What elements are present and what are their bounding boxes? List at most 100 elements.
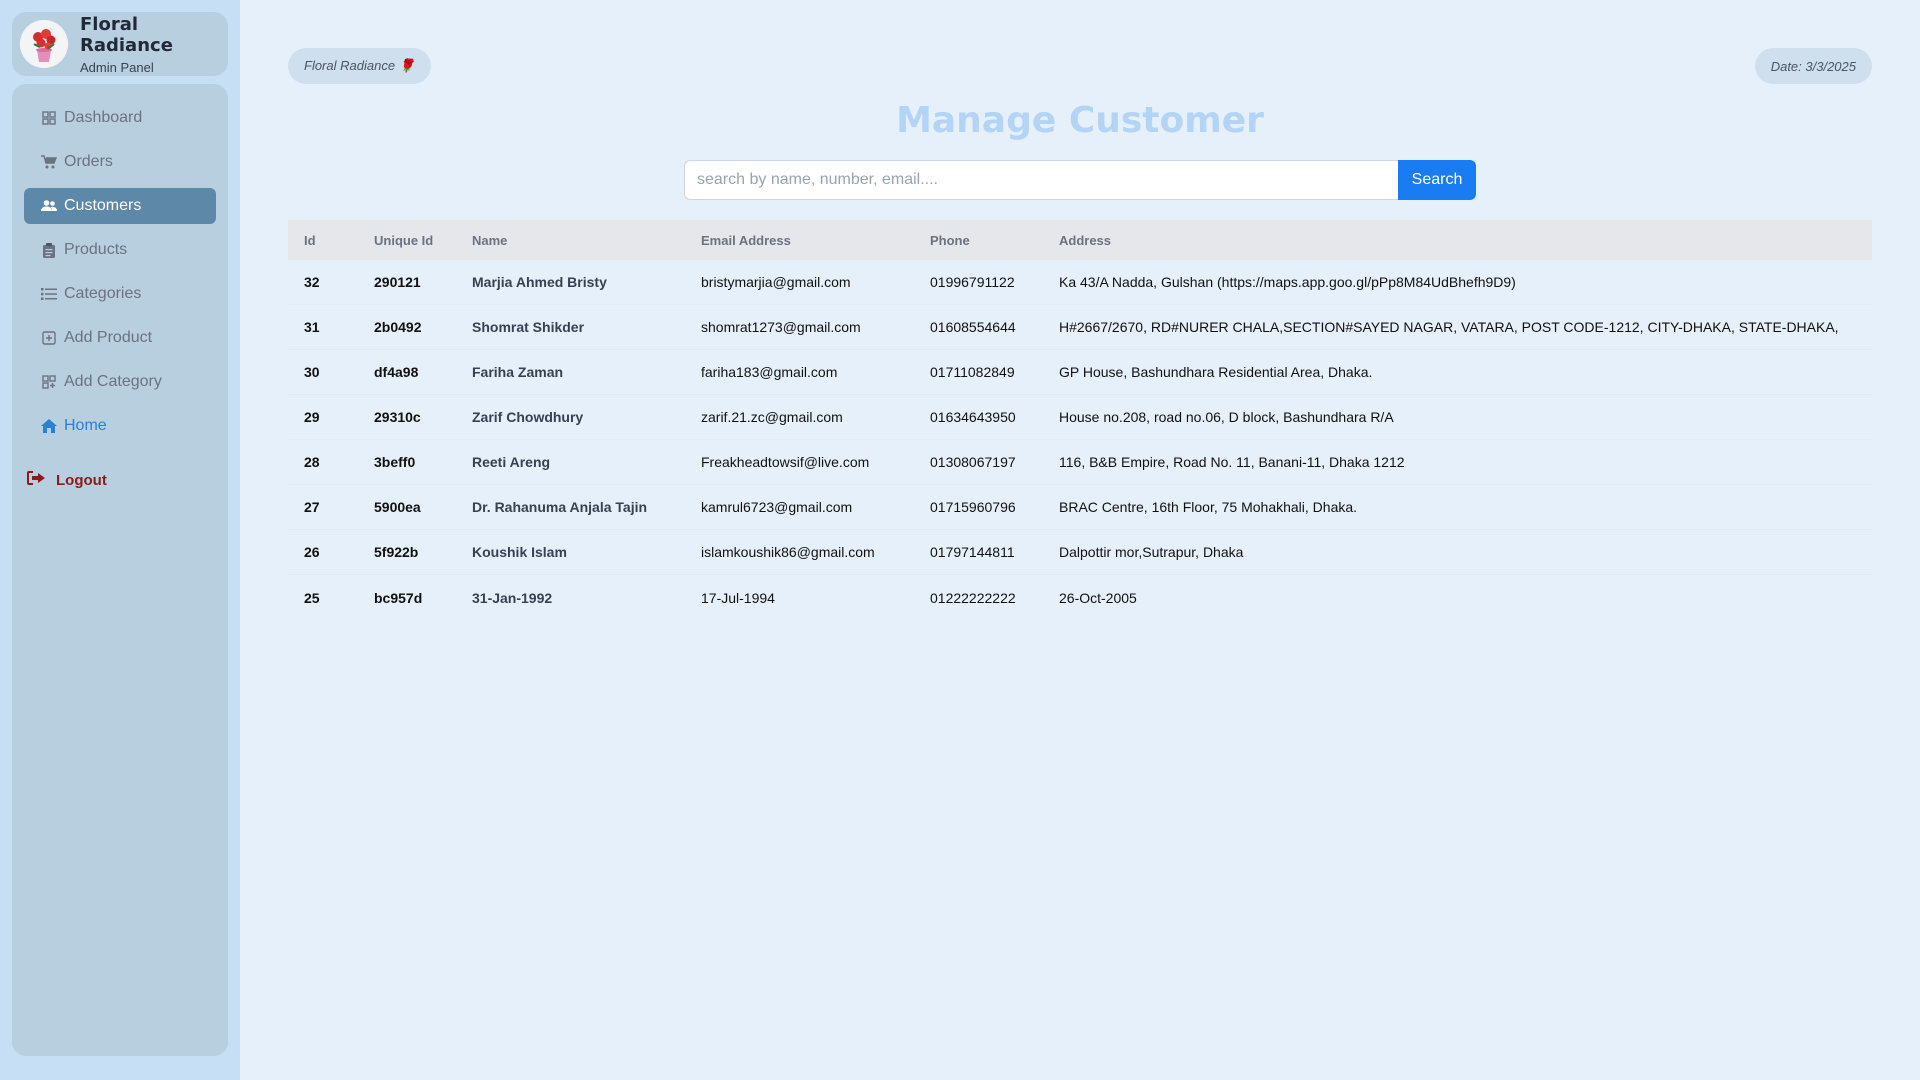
cell-address: Ka 43/A Nadda, Gulshan (https://maps.app… [1059, 274, 1516, 290]
cell-unique-id: 5900ea [374, 499, 421, 515]
cell-id: 30 [304, 364, 320, 380]
customer-table: Id Unique Id Name Email Address Phone Ad… [288, 220, 1872, 620]
search-input[interactable] [684, 160, 1398, 200]
sidebar-item-add-product[interactable]: Add Product [24, 320, 216, 356]
plus-square-icon [40, 329, 58, 347]
cell-name: Zarif Chowdhury [472, 409, 584, 425]
cell-address: 26-Oct-2005 [1059, 589, 1137, 606]
page-title: Manage Customer [896, 100, 1264, 141]
table-row[interactable]: 27 5900ea Dr. Rahanuma Anjala Tajin kamr… [288, 485, 1872, 530]
search-button[interactable]: Search [1398, 160, 1476, 200]
sidebar-item-customers[interactable]: Customers [24, 188, 216, 224]
sidebar-item-label: Categories [64, 285, 142, 302]
logout-button[interactable]: Logout [26, 470, 107, 490]
cell-name: Koushik Islam [472, 544, 567, 560]
table-row[interactable]: 31 2b0492 Shomrat Shikder shomrat1273@gm… [288, 305, 1872, 350]
cell-address: Dalpottir mor,Sutrapur, Dhaka [1059, 544, 1244, 560]
cell-email: 17-Jul-1994 [701, 589, 775, 606]
cell-name: 31-Jan-1992 [472, 589, 553, 606]
cell-id: 31 [304, 319, 320, 335]
brand-pill: Floral Radiance 🌹 [288, 48, 431, 84]
sidebar-item-add-category[interactable]: Add Category [24, 364, 216, 400]
sidebar-item-label: Home [64, 417, 107, 434]
flower-logo-icon [20, 20, 68, 68]
cell-phone: 01634643950 [930, 409, 1016, 425]
list-icon [40, 285, 58, 303]
sidebar-item-orders[interactable]: Orders [24, 144, 216, 180]
column-header-phone: Phone [930, 232, 970, 248]
cell-id: 27 [304, 499, 320, 515]
cell-email: zarif.21.zc@gmail.com [701, 409, 843, 425]
brand-card[interactable]: Floral Radiance Admin Panel [12, 12, 228, 76]
brand-title: Floral Radiance [80, 13, 173, 56]
column-header-name: Name [472, 232, 508, 248]
cell-unique-id: 3beff0 [374, 454, 416, 470]
column-header-address: Address [1059, 232, 1112, 248]
cell-id: 29 [304, 409, 320, 425]
sidebar-item-label: Add Category [64, 373, 162, 390]
table-header: Id Unique Id Name Email Address Phone Ad… [288, 220, 1872, 260]
sidebar-item-label: Customers [64, 197, 142, 214]
column-header-id: Id [304, 232, 316, 248]
cell-email: bristymarjia@gmail.com [701, 274, 851, 290]
cell-unique-id: 29310c [374, 409, 421, 425]
cell-address: H#2667/2670, RD#NURER CHALA,SECTION#SAYE… [1059, 319, 1839, 335]
table-row[interactable]: 25 bc957d 31-Jan-1992 17-Jul-1994 012222… [288, 575, 1872, 620]
logout-label: Logout [56, 471, 107, 489]
table-row[interactable]: 28 3beff0 Reeti Areng Freakheadtowsif@li… [288, 440, 1872, 485]
cell-address: 116, B&B Empire, Road No. 11, Banani-11,… [1059, 454, 1405, 470]
table-row[interactable]: 26 5f922b Koushik Islam islamkoushik86@g… [288, 530, 1872, 575]
cell-phone: 01711082849 [930, 364, 1015, 380]
cell-id: 26 [304, 544, 320, 560]
logout-icon [26, 470, 46, 490]
sidebar: Floral Radiance Admin Panel Dashboard Or… [0, 0, 240, 1080]
cell-email: fariha183@gmail.com [701, 364, 838, 380]
cell-name: Fariha Zaman [472, 364, 564, 380]
cell-email: Freakheadtowsif@live.com [701, 454, 870, 470]
brand-subtitle: Admin Panel [80, 59, 154, 75]
cell-name: Marjia Ahmed Bristy [472, 274, 607, 290]
cell-id: 32 [304, 274, 320, 290]
users-icon [40, 197, 58, 215]
home-icon [40, 417, 58, 435]
cell-unique-id: bc957d [374, 589, 423, 606]
cell-phone: 01308067197 [930, 454, 1016, 470]
cell-email: islamkoushik86@gmail.com [701, 544, 875, 560]
cell-unique-id: 290121 [374, 274, 421, 290]
sidebar-item-label: Add Product [64, 329, 153, 346]
cell-phone: 01608554644 [930, 319, 1016, 335]
search-bar: Search [684, 160, 1476, 200]
cell-unique-id: 2b0492 [374, 319, 422, 335]
sidebar-item-home[interactable]: Home [24, 408, 216, 444]
cell-phone: 01797144811 [930, 544, 1015, 560]
cell-phone: 01222222222 [930, 589, 1016, 606]
table-row[interactable]: 32 290121 Marjia Ahmed Bristy bristymarj… [288, 260, 1872, 305]
sidebar-nav: Dashboard Orders Customers Products Cate… [12, 84, 228, 1056]
cell-name: Dr. Rahanuma Anjala Tajin [472, 499, 648, 515]
cell-unique-id: 5f922b [374, 544, 419, 560]
table-row[interactable]: 29 29310c Zarif Chowdhury zarif.21.zc@gm… [288, 395, 1872, 440]
sidebar-item-products[interactable]: Products [24, 232, 216, 268]
sidebar-item-label: Orders [64, 153, 113, 170]
cell-id: 25 [304, 589, 320, 606]
sidebar-item-label: Products [64, 241, 128, 258]
table-row[interactable]: 30 df4a98 Fariha Zaman fariha183@gmail.c… [288, 350, 1872, 395]
cell-address: House no.208, road no.06, D block, Bashu… [1059, 409, 1394, 425]
cell-phone: 01715960796 [930, 499, 1016, 515]
column-header-email: Email Address [701, 232, 791, 248]
cell-email: shomrat1273@gmail.com [701, 319, 861, 335]
cell-name: Reeti Areng [472, 454, 551, 470]
cell-phone: 01996791122 [930, 274, 1015, 290]
cell-email: kamrul6723@gmail.com [701, 499, 853, 515]
date-pill: Date: 3/3/2025 [1754, 48, 1872, 84]
cell-unique-id: df4a98 [374, 364, 419, 380]
cell-address: BRAC Centre, 16th Floor, 75 Mohakhali, D… [1059, 499, 1358, 515]
sidebar-item-categories[interactable]: Categories [24, 276, 216, 312]
grid-plus-icon [40, 373, 58, 391]
cell-name: Shomrat Shikder [472, 319, 585, 335]
cart-icon [40, 153, 58, 171]
column-header-unique-id: Unique Id [374, 232, 434, 248]
cell-id: 28 [304, 454, 320, 470]
cell-address: GP House, Bashundhara Residential Area, … [1059, 364, 1373, 380]
clipboard-icon [40, 241, 58, 259]
